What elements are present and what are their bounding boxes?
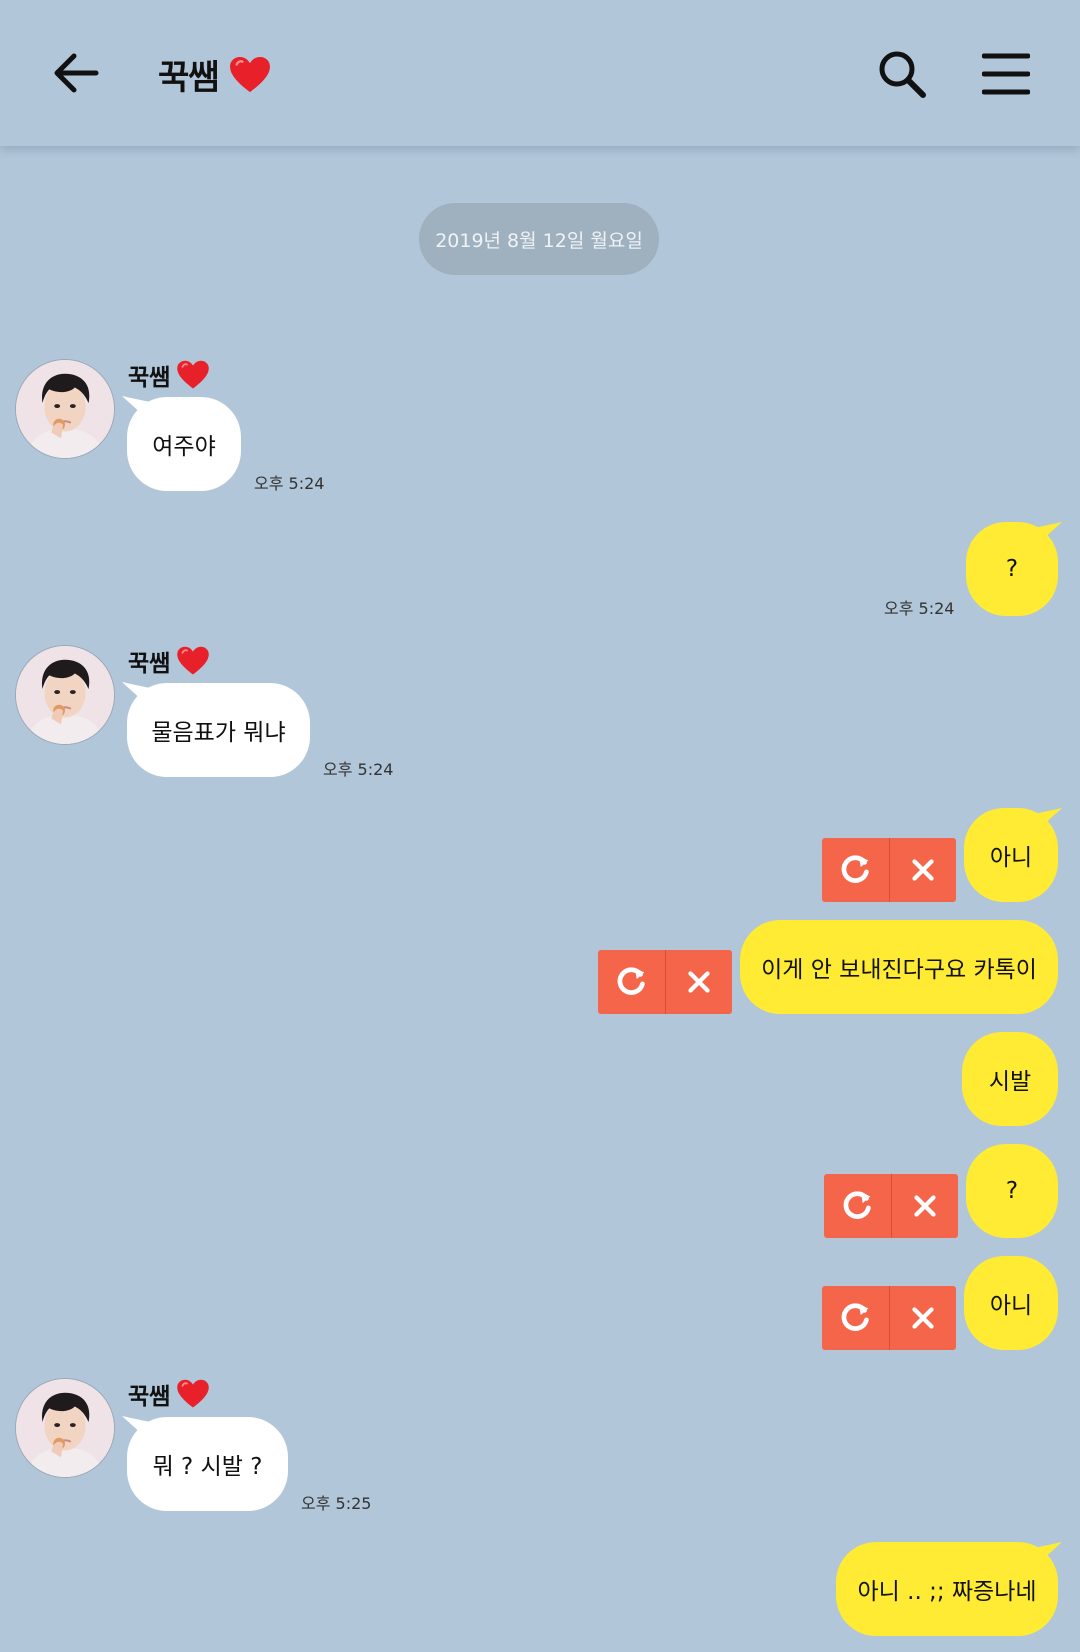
resend-button[interactable] <box>824 1174 891 1238</box>
message-text: 시발 <box>988 1069 1032 1095</box>
message-time: 오후 5:24 <box>323 760 394 779</box>
message-bubble[interactable]: 이게 안 보내진다구요 카톡이 <box>740 920 1058 1014</box>
heart-icon <box>176 360 210 390</box>
chat-title-text: 꾹쌤 <box>158 58 220 98</box>
resend-icon <box>836 1299 874 1337</box>
sender-name: 꾹쌤 <box>128 358 210 392</box>
delete-x-icon <box>906 853 940 887</box>
message-text: 뭐 ? 시발 ? <box>152 1454 263 1480</box>
message-bubble[interactable]: ? <box>966 522 1058 616</box>
message-bubble[interactable]: 여주야 <box>127 397 241 491</box>
sender-name-text: 꾹쌤 <box>128 651 171 677</box>
avatar[interactable] <box>15 645 115 745</box>
delete-x-icon <box>908 1189 942 1223</box>
message-bubble[interactable]: 뭐 ? 시발 ? <box>127 1417 288 1511</box>
resend-icon <box>836 851 874 889</box>
sender-name: 꾹쌤 <box>128 1377 210 1411</box>
message-time: 오후 5:25 <box>301 1494 372 1513</box>
resend-button[interactable] <box>822 1286 889 1350</box>
avatar[interactable] <box>15 1378 115 1478</box>
message-bubble[interactable]: 아니 <box>964 1256 1058 1350</box>
message-time: 오후 5:24 <box>254 474 325 493</box>
arrow-left-icon <box>54 53 99 93</box>
message-bubble[interactable]: ? <box>966 1144 1058 1238</box>
message-text: 여주야 <box>152 434 216 460</box>
failed-message-actions <box>598 950 732 1014</box>
chat-header: 꾹쌤 <box>0 0 1080 146</box>
heart-icon <box>176 646 210 676</box>
date-divider: 2019년 8월 12일 월요일 <box>419 203 659 275</box>
menu-button[interactable] <box>981 52 1031 96</box>
delete-button[interactable] <box>890 1174 959 1238</box>
back-button[interactable] <box>52 48 102 98</box>
sender-name-text: 꾹쌤 <box>128 365 171 391</box>
resend-icon <box>612 963 650 1001</box>
message-text: ? <box>1005 1178 1019 1204</box>
message-bubble[interactable]: 아니 .. ;; 짜증나네 <box>836 1542 1058 1636</box>
message-text: 아니 <box>989 1293 1033 1319</box>
heart-icon <box>176 1379 210 1409</box>
delete-button[interactable] <box>888 838 957 902</box>
delete-x-icon <box>682 965 716 999</box>
failed-message-actions <box>824 1174 958 1238</box>
chat-title: 꾹쌤 <box>158 50 271 99</box>
message-text: 아니 <box>989 845 1033 871</box>
failed-message-actions <box>822 838 956 902</box>
resend-icon <box>838 1187 876 1225</box>
delete-button[interactable] <box>664 950 733 1014</box>
delete-x-icon <box>906 1301 940 1335</box>
search-icon <box>879 51 926 98</box>
message-text: 이게 안 보내진다구요 카톡이 <box>761 957 1037 983</box>
sender-name: 꾹쌤 <box>128 644 210 678</box>
message-text: 아니 .. ;; 짜증나네 <box>857 1579 1037 1605</box>
message-bubble[interactable]: 물음표가 뭐냐 <box>127 683 310 777</box>
message-bubble[interactable]: 아니 <box>964 808 1058 902</box>
message-text: 물음표가 뭐냐 <box>151 720 286 746</box>
message-text: ? <box>1005 556 1019 582</box>
message-time: 오후 5:24 <box>884 599 955 618</box>
failed-message-actions <box>822 1286 956 1350</box>
message-bubble[interactable]: 시발 <box>962 1032 1058 1126</box>
resend-button[interactable] <box>598 950 665 1014</box>
heart-icon <box>229 56 271 94</box>
hamburger-menu-icon <box>981 53 1031 95</box>
avatar[interactable] <box>15 359 115 459</box>
delete-button[interactable] <box>888 1286 957 1350</box>
resend-button[interactable] <box>822 838 889 902</box>
sender-name-text: 꾹쌤 <box>128 1384 171 1410</box>
search-button[interactable] <box>876 48 928 100</box>
